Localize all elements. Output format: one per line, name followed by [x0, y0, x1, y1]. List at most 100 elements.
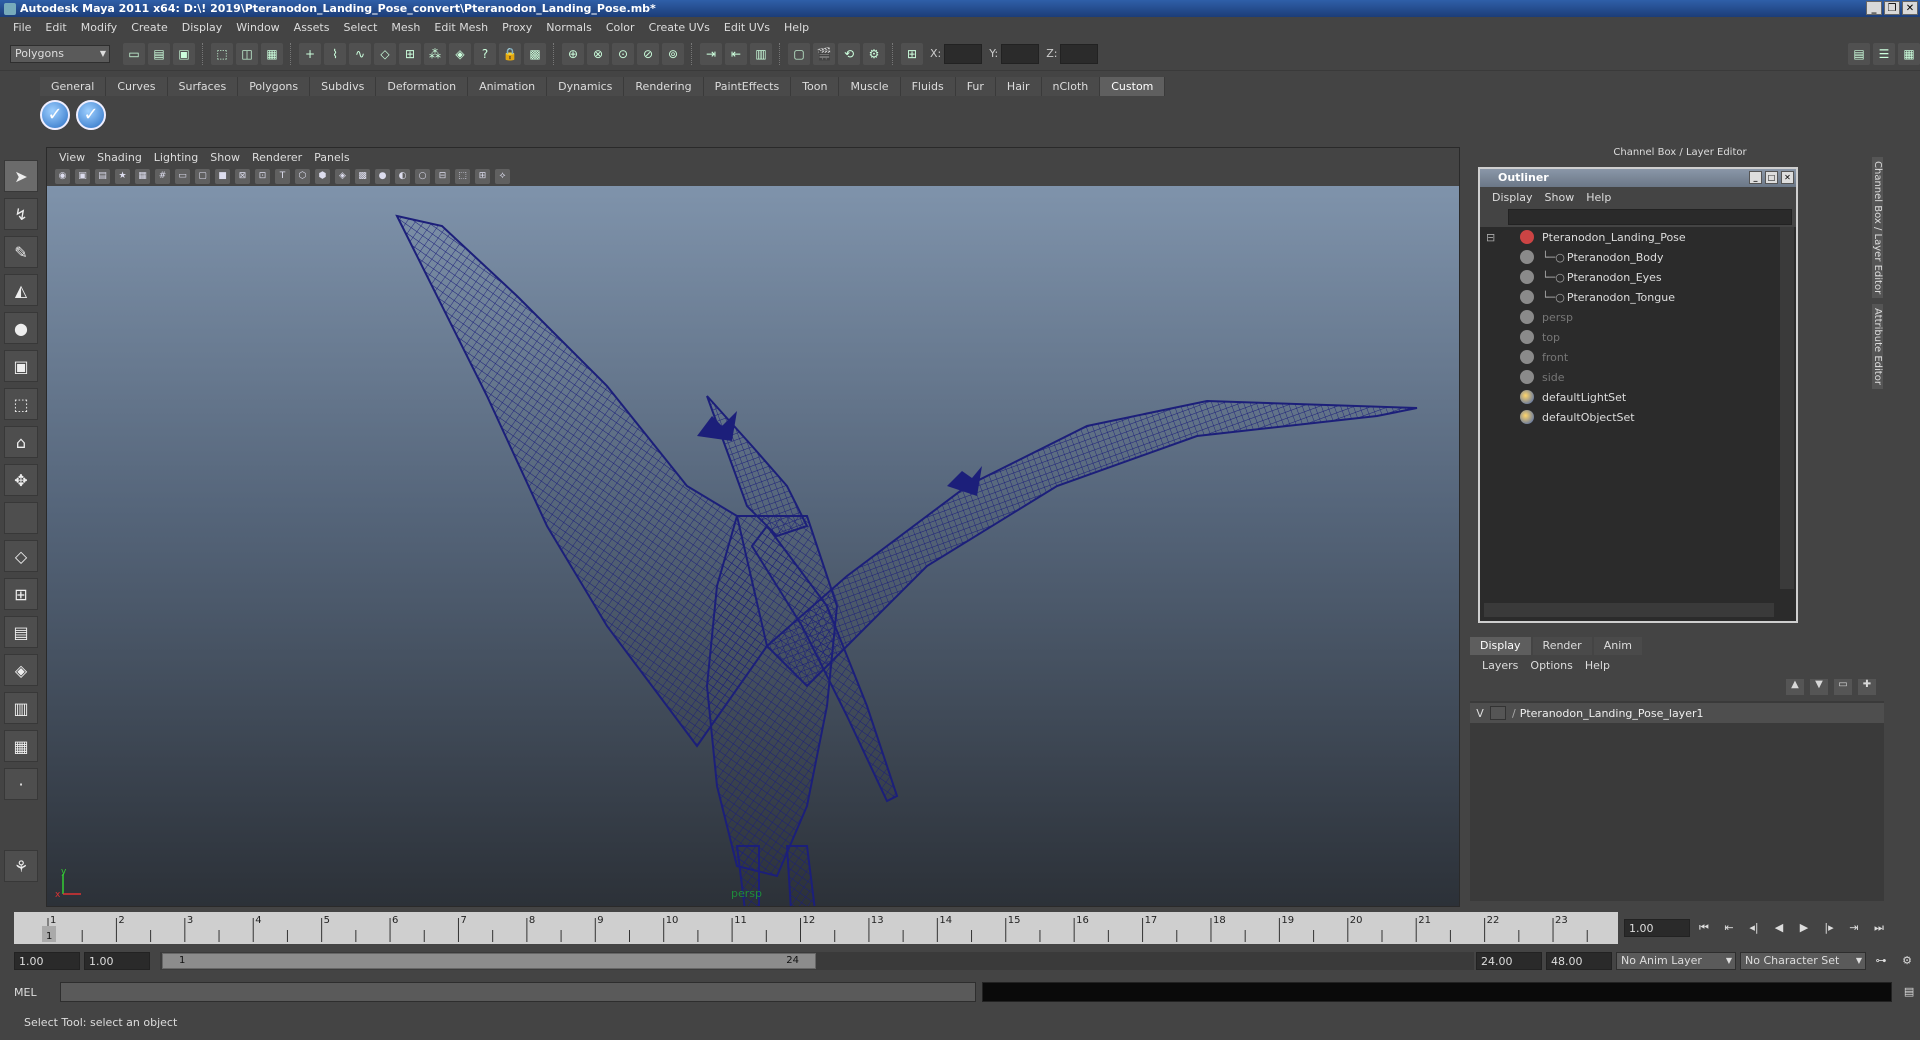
play-forwards-icon[interactable]: ▶ — [1793, 918, 1815, 938]
side-tab-channel-box[interactable]: Channel Box / Layer Editor — [1872, 157, 1883, 299]
menu-create-uvs[interactable]: Create UVs — [642, 21, 717, 34]
menu-proxy[interactable]: Proxy — [495, 21, 539, 34]
time-slider[interactable]: 1234567891011121314151617181920212223241 — [14, 912, 1618, 944]
image-plane-icon[interactable]: ▦ — [135, 168, 150, 184]
make-live-icon[interactable]: ⊚ — [662, 42, 684, 65]
select-by-deformation-icon[interactable]: ⊞ — [399, 42, 421, 65]
outliner-item[interactable]: └─○ Pteranodon_Body — [1480, 247, 1780, 267]
close-button[interactable]: ✕ — [1902, 1, 1918, 15]
custom-shelf-check-icon[interactable]: ✓ — [40, 100, 70, 130]
range-slider-handle[interactable]: 1 24 — [162, 953, 816, 969]
show-channel-box-icon[interactable]: ☰ — [1873, 42, 1895, 65]
safe-title-icon[interactable]: T — [275, 168, 290, 184]
range-slider[interactable]: 1 24 — [160, 952, 1474, 970]
menu-color[interactable]: Color — [599, 21, 642, 34]
highlight-selection-icon[interactable]: ▩ — [524, 42, 546, 65]
shelf-tab-muscle[interactable]: Muscle — [839, 77, 901, 96]
animation-preferences-icon[interactable]: ⚙ — [1896, 951, 1918, 971]
menu-window[interactable]: Window — [229, 21, 286, 34]
render-frame-icon[interactable]: 🎬 — [813, 42, 835, 65]
new-scene-icon[interactable]: ▭ — [123, 42, 145, 65]
layer-menu-layers[interactable]: Layers — [1476, 659, 1524, 672]
go-to-start-icon[interactable]: ⏮ — [1693, 918, 1715, 938]
new-empty-layer-icon[interactable]: ▭ — [1834, 679, 1852, 695]
shelf-tab-toon[interactable]: Toon — [791, 77, 840, 96]
hypershade-layout-icon[interactable]: ▦ — [4, 730, 38, 762]
rotate-tool-icon[interactable]: ● — [4, 312, 38, 344]
select-hierarchy-icon[interactable]: ⬚ — [211, 42, 233, 65]
outliner-maximize-button[interactable]: □ — [1765, 171, 1778, 184]
film-gate-icon[interactable]: ▭ — [175, 168, 190, 184]
open-scene-icon[interactable]: ▤ — [148, 42, 170, 65]
shelf-tab-ncloth[interactable]: nCloth — [1041, 77, 1101, 96]
menu-edit-uvs[interactable]: Edit UVs — [717, 21, 777, 34]
gate-mask-icon[interactable]: ■ — [215, 168, 230, 184]
shelf-tab-painteffects[interactable]: PaintEffects — [703, 77, 792, 96]
outliner-item[interactable]: └─○ Pteranodon_Eyes — [1480, 267, 1780, 287]
snap-to-grid-icon[interactable]: ⊕ — [562, 42, 584, 65]
menu-modify[interactable]: Modify — [74, 21, 124, 34]
viewport-menu-shading[interactable]: Shading — [91, 151, 148, 164]
character-set-selector[interactable]: No Character Set — [1740, 952, 1866, 970]
y-field[interactable] — [1001, 43, 1040, 64]
new-layer-from-selection-icon[interactable]: ✚ — [1858, 679, 1876, 695]
go-to-end-icon[interactable]: ⏭ — [1868, 918, 1890, 938]
outliner-item[interactable]: persp — [1480, 307, 1780, 327]
safe-action-icon[interactable]: ⊡ — [255, 168, 270, 184]
select-by-rendering-icon[interactable]: ◈ — [449, 42, 471, 65]
paint-select-tool-icon[interactable]: ✎ — [4, 236, 38, 268]
menu-mesh[interactable]: Mesh — [384, 21, 427, 34]
outliner-menu-show[interactable]: Show — [1539, 191, 1581, 204]
absolute-transform-icon[interactable]: ⊞ — [901, 42, 923, 65]
single-perspective-layout-icon[interactable]: ◇ — [4, 540, 38, 572]
select-component-icon[interactable]: ▦ — [261, 42, 283, 65]
outliner-horizontal-scrollbar[interactable] — [1484, 603, 1774, 617]
outliner-close-button[interactable]: ✕ — [1781, 171, 1794, 184]
outliner-item[interactable]: front — [1480, 347, 1780, 367]
layer-tab-anim[interactable]: Anim — [1593, 637, 1642, 655]
layer-tab-render[interactable]: Render — [1532, 637, 1592, 655]
textured-icon[interactable]: ▩ — [355, 168, 370, 184]
outliner-item[interactable]: top — [1480, 327, 1780, 347]
soft-modification-tool-icon[interactable]: ⌂ — [4, 426, 38, 458]
x-field[interactable] — [944, 43, 983, 64]
viewport-menu-view[interactable]: View — [53, 151, 91, 164]
snap-to-curve-icon[interactable]: ⊗ — [587, 42, 609, 65]
step-forward-frame-icon[interactable]: |▸ — [1818, 918, 1840, 938]
outliner-filter-field[interactable] — [1508, 209, 1792, 225]
output-ops-icon[interactable]: ⇤ — [725, 42, 747, 65]
save-scene-icon[interactable]: ▣ — [173, 42, 195, 65]
mel-command-input[interactable] — [59, 982, 976, 1002]
step-back-key-icon[interactable]: ⇤ — [1718, 918, 1740, 938]
use-all-lights-icon[interactable]: ● — [375, 168, 390, 184]
menu-set-selector[interactable]: Polygons — [10, 44, 110, 63]
outliner-menu-help[interactable]: Help — [1580, 191, 1617, 204]
select-by-joint-icon[interactable]: ⌇ — [324, 42, 346, 65]
shelf-tab-general[interactable]: General — [40, 77, 107, 96]
animation-end-field[interactable]: 48.00 — [1546, 952, 1612, 970]
xray-joints-icon[interactable]: ⊞ — [475, 168, 490, 184]
menu-normals[interactable]: Normals — [539, 21, 599, 34]
wireframe-on-shaded-icon[interactable]: ◈ — [335, 168, 350, 184]
layer-menu-help[interactable]: Help — [1579, 659, 1616, 672]
construction-history-icon[interactable]: ▥ — [750, 42, 772, 65]
step-forward-key-icon[interactable]: ⇥ — [1843, 918, 1865, 938]
current-frame-field[interactable]: 1.00 — [1624, 919, 1690, 937]
outliner-item[interactable]: defaultLightSet — [1480, 387, 1780, 407]
outliner-item[interactable]: └─○ Pteranodon_Tongue — [1480, 287, 1780, 307]
lock-camera-icon[interactable]: ▣ — [75, 168, 90, 184]
input-ops-icon[interactable]: ⇥ — [700, 42, 722, 65]
layer-tab-display[interactable]: Display — [1470, 637, 1531, 655]
outliner-item[interactable]: ⊟ Pteranodon_Landing_Pose — [1480, 227, 1780, 247]
shelf-tab-custom[interactable]: Custom — [1100, 77, 1166, 96]
step-back-frame-icon[interactable]: ◂| — [1743, 918, 1765, 938]
menu-select[interactable]: Select — [336, 21, 384, 34]
viewport-menu-panels[interactable]: Panels — [308, 151, 355, 164]
shelf-tab-fluids[interactable]: Fluids — [900, 77, 956, 96]
persp-graph-layout-icon[interactable]: ◈ — [4, 654, 38, 686]
select-tool-icon[interactable]: ➤ — [4, 160, 38, 192]
side-tab-attribute-editor[interactable]: Attribute Editor — [1872, 304, 1883, 390]
move-layer-down-icon[interactable]: ▼ — [1810, 679, 1828, 695]
z-field[interactable] — [1060, 43, 1099, 64]
select-object-icon[interactable]: ◫ — [236, 42, 258, 65]
